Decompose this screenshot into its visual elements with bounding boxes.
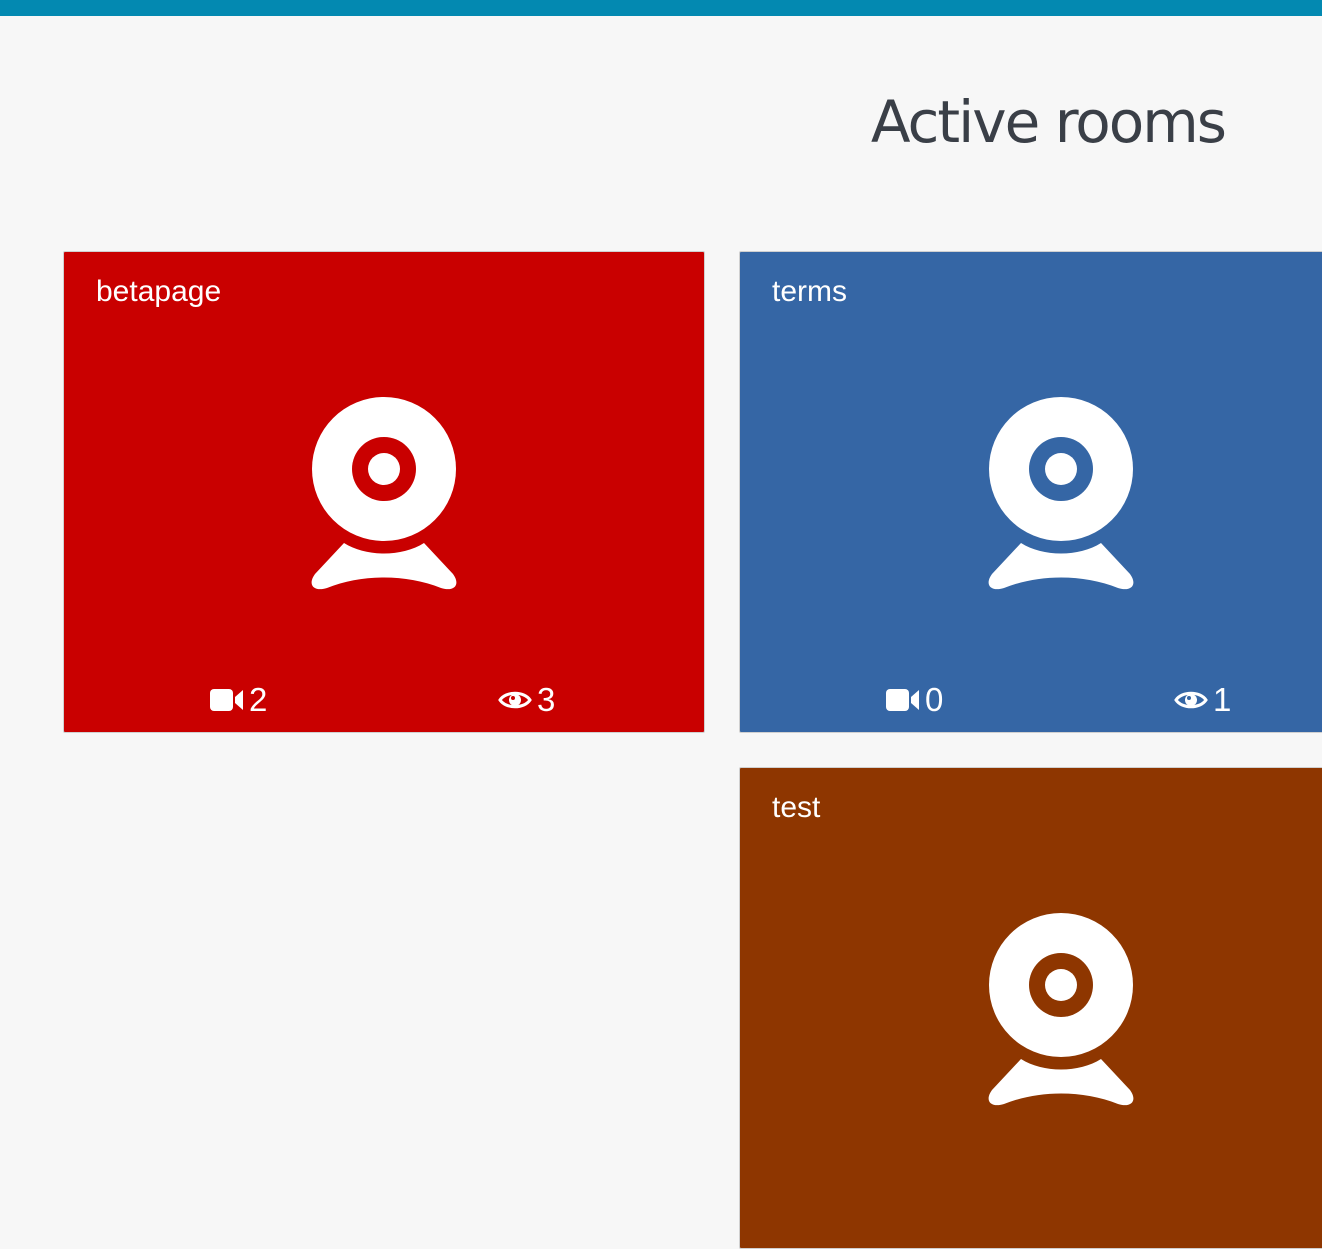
page-title: Active rooms bbox=[870, 88, 1227, 156]
video-camera-icon bbox=[210, 689, 243, 711]
room-name: terms bbox=[772, 275, 847, 308]
eye-icon bbox=[498, 691, 532, 709]
room-card-betapage[interactable]: betapage 2 3 bbox=[63, 251, 705, 733]
eye-icon bbox=[1174, 691, 1208, 709]
webcam-icon bbox=[311, 397, 457, 590]
publishers-count: 0 bbox=[886, 680, 943, 720]
publishers-number: 0 bbox=[925, 681, 944, 718]
webcam-icon bbox=[988, 913, 1134, 1106]
video-camera-icon bbox=[886, 689, 919, 711]
publishers-number: 2 bbox=[249, 681, 268, 718]
webcam-icon bbox=[988, 397, 1134, 590]
room-name: test bbox=[772, 791, 821, 824]
room-name: betapage bbox=[96, 275, 222, 308]
viewers-count: 1 bbox=[1174, 680, 1231, 720]
viewers-number: 1 bbox=[1213, 681, 1232, 718]
room-card-test[interactable]: test bbox=[739, 767, 1322, 1249]
room-card-terms[interactable]: terms 0 1 bbox=[739, 251, 1322, 733]
publishers-count: 2 bbox=[210, 680, 267, 720]
viewers-number: 3 bbox=[537, 681, 556, 718]
top-bar bbox=[0, 0, 1322, 16]
viewers-count: 3 bbox=[498, 680, 555, 720]
